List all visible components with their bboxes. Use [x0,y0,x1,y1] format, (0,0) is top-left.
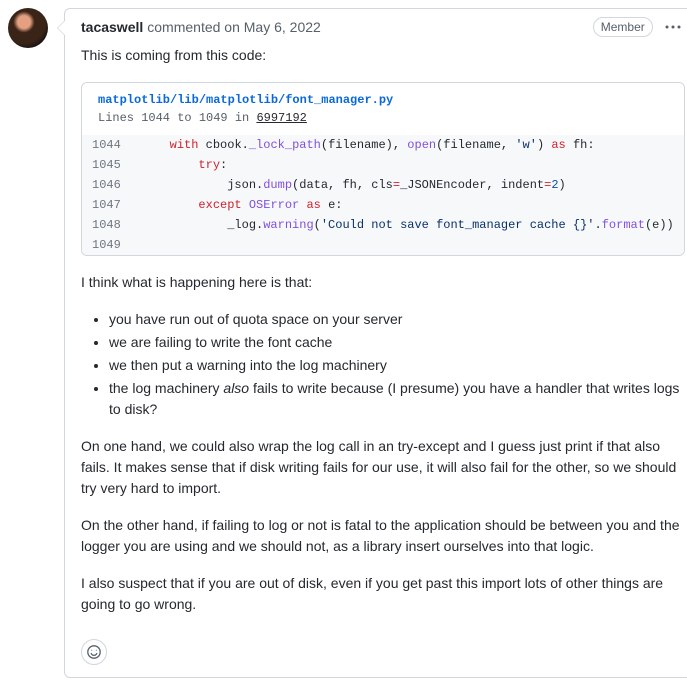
line-number[interactable]: 1049 [82,235,131,255]
body-paragraph: This is coming from this code: [81,45,685,66]
body-paragraph: On the other hand, if failing to log or … [81,515,685,557]
file-path-link[interactable]: matplotlib/lib/matplotlib/font_manager.p… [98,93,393,107]
code-line: json.dump(data, fh, cls=_JSONEncoder, in… [131,175,684,195]
smiley-icon [86,644,102,660]
body-paragraph: I also suspect that if you are out of di… [81,573,685,615]
code-line: except OSError as e: [131,195,684,215]
header-actions: Member [593,15,685,39]
code-reference-block: matplotlib/lib/matplotlib/font_manager.p… [81,82,685,256]
list-item: you have run out of quota space on your … [109,309,685,330]
line-number[interactable]: 1046 [82,175,131,195]
comment-body: This is coming from this code: matplotli… [65,45,687,639]
author-role-badge: Member [593,17,653,37]
comment-header: tacaswell commented on May 6, 2022 Membe… [65,9,687,45]
kebab-menu-icon[interactable] [661,15,685,39]
code-line: _log.warning('Could not save font_manage… [131,215,684,235]
line-number[interactable]: 1047 [82,195,131,215]
add-reaction-button[interactable] [81,639,107,665]
list-item: we then put a warning into the log machi… [109,355,685,376]
comment-timestamp: commented on May 6, 2022 [147,19,321,35]
code-line: with cbook._lock_path(filename), open(fi… [131,135,684,155]
avatar[interactable] [8,8,48,48]
code-line [131,235,684,255]
line-number[interactable]: 1044 [82,135,131,155]
comment-author-link[interactable]: tacaswell [81,19,143,35]
bullet-list: you have run out of quota space on your … [81,309,685,420]
code-line: try: [131,155,684,175]
list-item: we are failing to write the font cache [109,332,685,353]
body-paragraph: On one hand, we could also wrap the log … [81,436,685,499]
line-number[interactable]: 1045 [82,155,131,175]
reaction-bar [65,639,687,677]
code-reference-header: matplotlib/lib/matplotlib/font_manager.p… [82,83,684,135]
comment-container: tacaswell commented on May 6, 2022 Membe… [64,8,687,678]
commit-sha-link[interactable]: 6997192 [256,111,306,125]
line-range-text: Lines 1044 to 1049 in [98,111,256,125]
comment-timeline-item: tacaswell commented on May 6, 2022 Membe… [8,8,675,678]
code-snippet: 1044 with cbook._lock_path(filename), op… [82,135,684,255]
body-paragraph: I think what is happening here is that: [81,272,685,293]
list-item: the log machinery also fails to write be… [109,378,685,420]
line-number[interactable]: 1048 [82,215,131,235]
